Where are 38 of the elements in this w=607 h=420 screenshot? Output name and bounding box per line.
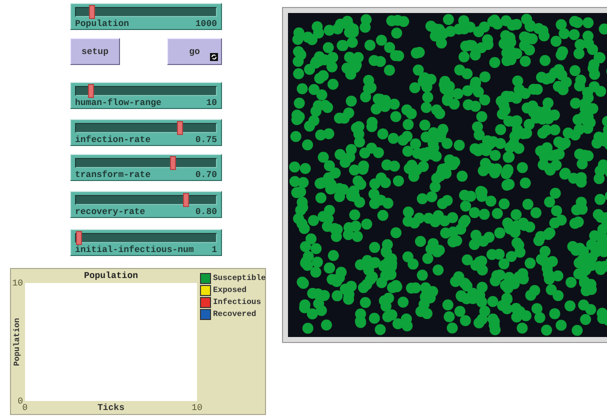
slider-thumb[interactable]	[170, 156, 176, 170]
slider-value: 0.80	[195, 207, 217, 217]
x-tick: 10	[192, 403, 202, 413]
slider[interactable]: human-flow-range 10	[70, 82, 222, 109]
slider-value: 0.70	[195, 170, 217, 180]
slider-thumb[interactable]	[89, 5, 96, 19]
slider-value: 10	[206, 98, 217, 108]
x-axis-label: Ticks	[98, 403, 124, 413]
y-axis-label: Population	[13, 318, 22, 366]
slider-label: human-flow-range	[75, 98, 162, 108]
legend-label: Infectious	[213, 298, 262, 307]
slider-value: 1000	[195, 19, 217, 29]
slider-thumb[interactable]	[176, 121, 182, 135]
slider-label: initial-infectious-num	[75, 245, 194, 255]
slider-label: transform-rate	[75, 170, 151, 180]
legend-label: Exposed	[213, 286, 247, 295]
legend-label: Recovered	[213, 310, 256, 319]
command-button[interactable]: go	[167, 38, 222, 65]
slider-thumb[interactable]	[76, 231, 82, 245]
slider[interactable]: transform-rate 0.70	[70, 154, 222, 181]
slider-label: Population	[75, 19, 130, 29]
x-tick: 0	[22, 403, 28, 413]
slider-label: infection-rate	[75, 135, 151, 145]
y-tick: 10	[12, 278, 23, 288]
slider-value: 1	[212, 245, 217, 255]
slider-thumb[interactable]	[183, 193, 190, 207]
y-tick: 0	[18, 396, 23, 406]
slider[interactable]: initial-infectious-num 1	[70, 229, 222, 256]
slider-value: 0.75	[195, 135, 217, 145]
slider-thumb[interactable]	[88, 84, 94, 98]
legend-label: Susceptible	[213, 274, 266, 283]
slider[interactable]: Population 1000	[70, 3, 222, 30]
slider[interactable]: recovery-rate 0.80	[70, 191, 222, 218]
slider[interactable]: infection-rate 0.75	[70, 119, 222, 146]
slider-label: recovery-rate	[75, 207, 146, 217]
command-button[interactable]: setup	[70, 38, 120, 65]
forever-icon	[210, 53, 218, 61]
plot-title: Population	[82, 270, 139, 283]
